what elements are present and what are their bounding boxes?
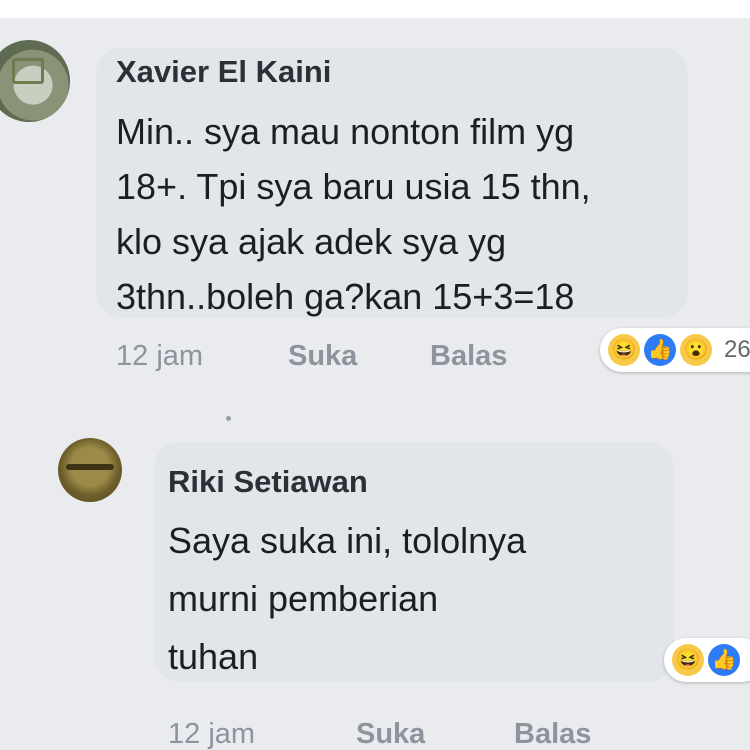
- comment-text-line: Min.. sya mau nonton film yg: [116, 111, 575, 152]
- comment-text-line: Saya suka ini, tololnya: [168, 520, 527, 561]
- comment-timestamp[interactable]: 12 jam: [116, 340, 203, 373]
- wow-icon: 😮: [680, 334, 712, 366]
- comments-screen: Xavier El Kaini Min.. sya mau nonton fil…: [0, 18, 750, 750]
- like-icon: 👍: [644, 334, 676, 366]
- comment-text: Min.. sya mau nonton film yg 18+. Tpi sy…: [116, 104, 696, 324]
- avatar-detail: [12, 58, 44, 84]
- haha-icon: 😆: [608, 334, 640, 366]
- comment-timestamp[interactable]: 12 jam: [168, 718, 255, 750]
- comment-author[interactable]: Xavier El Kaini: [116, 54, 331, 90]
- avatar[interactable]: [58, 438, 122, 502]
- haha-icon: 😆: [672, 644, 704, 676]
- avatar-detail: [66, 464, 114, 470]
- like-button[interactable]: Suka: [356, 718, 425, 750]
- comment-text-line: murni pemberian: [168, 578, 439, 619]
- comment-author[interactable]: Riki Setiawan: [168, 464, 368, 500]
- comment-text-line: klo sya ajak adek sya yg: [116, 221, 507, 262]
- like-button[interactable]: Suka: [288, 340, 357, 373]
- reply-button[interactable]: Balas: [430, 340, 507, 373]
- divider-dot: [226, 416, 231, 421]
- reaction-summary[interactable]: 😆 👍: [664, 638, 750, 682]
- comment-text-line: 3thn..boleh ga?kan 15+3=18: [116, 276, 575, 317]
- comment-text-line: tuhan: [168, 636, 259, 677]
- like-icon: 👍: [708, 644, 740, 676]
- reaction-count: 26: [724, 336, 750, 363]
- comment-text-line: 18+. Tpi sya baru usia 15 thn,: [116, 166, 591, 207]
- comment-text: Saya suka ini, tololnya murni pemberian …: [168, 512, 668, 686]
- reaction-summary[interactable]: 😆 👍 😮 26: [600, 328, 750, 372]
- avatar[interactable]: [0, 40, 70, 122]
- reply-button[interactable]: Balas: [514, 718, 591, 750]
